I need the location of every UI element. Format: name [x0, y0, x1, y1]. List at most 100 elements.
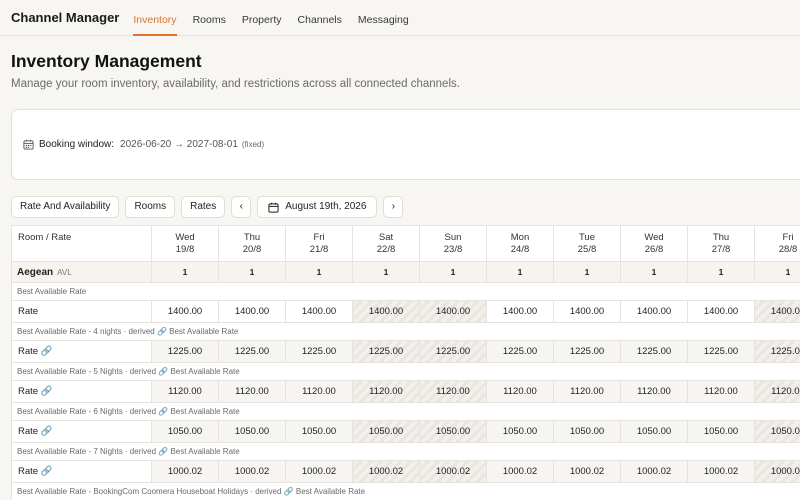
- rate-cell[interactable]: 1000.02: [553, 460, 621, 483]
- parent-rate-link[interactable]: 🔗 Best Available Rate: [158, 447, 239, 456]
- rate-cell[interactable]: 1120.00: [285, 380, 353, 403]
- availability-cell[interactable]: 1: [687, 261, 755, 283]
- parent-rate-link[interactable]: 🔗 Best Available Rate: [158, 407, 239, 416]
- rate-cell[interactable]: 1050.00: [486, 420, 554, 443]
- nav-item-inventory[interactable]: Inventory: [133, 0, 177, 36]
- rate-cell[interactable]: 1400.00: [151, 300, 219, 323]
- rate-plan-title: Best Available Rate - 5 Nights: [17, 367, 123, 376]
- day-date: 25/8: [577, 243, 597, 255]
- rate-cell[interactable]: 1400.00: [352, 300, 420, 323]
- rate-cell[interactable]: 1050.00: [285, 420, 353, 443]
- availability-cell[interactable]: 1: [486, 261, 554, 283]
- rate-cell[interactable]: 1400.00: [218, 300, 286, 323]
- rate-cell[interactable]: 1120.00: [419, 380, 487, 403]
- nav-item-channels[interactable]: Channels: [298, 0, 342, 36]
- availability-cell[interactable]: 1: [218, 261, 286, 283]
- availability-cell[interactable]: 1: [553, 261, 621, 283]
- rate-cell[interactable]: 1000.02: [218, 460, 286, 483]
- nav-item-property[interactable]: Property: [242, 0, 282, 36]
- derived-tag: · derived: [124, 407, 157, 416]
- page-subtitle: Manage your room inventory, availability…: [11, 78, 460, 90]
- nav-item-rooms[interactable]: Rooms: [193, 0, 226, 36]
- nav-item-messaging[interactable]: Messaging: [358, 0, 409, 36]
- rate-cell[interactable]: 1225.00: [486, 340, 554, 363]
- availability-cell[interactable]: 1: [419, 261, 487, 283]
- availability-cell[interactable]: 1: [151, 261, 219, 283]
- rate-cell[interactable]: 1400.00: [486, 300, 554, 323]
- rate-cell[interactable]: 1225.00: [419, 340, 487, 363]
- parent-rate-link[interactable]: 🔗 Best Available Rate: [158, 367, 239, 376]
- rate-cell[interactable]: 1000.02: [486, 460, 554, 483]
- parent-rate-link[interactable]: 🔗 Best Available Rate: [284, 487, 365, 496]
- rate-cell[interactable]: 1225.00: [285, 340, 353, 363]
- rate-cell[interactable]: 1400.00: [419, 300, 487, 323]
- rate-cell[interactable]: 1225.00: [687, 340, 755, 363]
- day-date: 22/8: [376, 243, 396, 255]
- tab-rate-and-availability[interactable]: Rate And Availability: [11, 196, 120, 218]
- rate-cell[interactable]: 1225.00: [352, 340, 420, 363]
- rate-cell[interactable]: 1225.00: [754, 340, 800, 363]
- rate-plan-title-cell: Best Available Rate: [11, 282, 800, 301]
- rate-row: Rate 🔗 1120.00 1120.00 1120.00 1120.00 1120.0…: [11, 380, 800, 403]
- tab-rates[interactable]: Rates: [181, 196, 226, 218]
- day-of-week: Sat: [378, 231, 394, 243]
- rate-cell[interactable]: 1000.02: [754, 460, 800, 483]
- rate-cell[interactable]: 1050.00: [151, 420, 219, 443]
- rate-cell[interactable]: 1120.00: [754, 380, 800, 403]
- rate-cell[interactable]: 1225.00: [151, 340, 219, 363]
- tab-rooms[interactable]: Rooms: [125, 196, 176, 218]
- parent-rate-link[interactable]: 🔗 Best Available Rate: [157, 327, 238, 336]
- rate-cell[interactable]: 1050.00: [687, 420, 755, 443]
- availability-cell[interactable]: 1: [352, 261, 420, 283]
- room-name-cell: Aegean AVL: [11, 261, 152, 283]
- room-rate-header: Room / Rate: [11, 225, 152, 262]
- rate-cell[interactable]: 1120.00: [620, 380, 688, 403]
- rate-cell[interactable]: 1120.00: [352, 380, 420, 403]
- date-picker-label: August 19th, 2026: [285, 201, 367, 212]
- date-picker-button[interactable]: August 19th, 2026: [257, 196, 378, 218]
- rate-cell[interactable]: 1400.00: [620, 300, 688, 323]
- rate-cell[interactable]: 1120.00: [687, 380, 755, 403]
- next-date-button[interactable]: ›: [383, 196, 404, 218]
- rate-cell[interactable]: 1000.02: [687, 460, 755, 483]
- calendar-icon: [23, 139, 34, 150]
- availability-cell[interactable]: 1: [620, 261, 688, 283]
- day-header: Mon 24/8: [486, 225, 554, 262]
- rate-cell[interactable]: 1000.02: [151, 460, 219, 483]
- day-header: Thu 27/8: [687, 225, 755, 262]
- rate-row: Rate 🔗 1050.00 1050.00 1050.00 1050.00 1050.0…: [11, 420, 800, 443]
- rate-cell[interactable]: 1120.00: [151, 380, 219, 403]
- day-date: 20/8: [242, 243, 262, 255]
- rate-cell[interactable]: 1000.02: [419, 460, 487, 483]
- rate-cell[interactable]: 1400.00: [754, 300, 800, 323]
- rate-label: Rate 🔗: [11, 460, 152, 483]
- rate-cell[interactable]: 1120.00: [486, 380, 554, 403]
- day-header: Thu 20/8: [218, 225, 286, 262]
- rate-cell[interactable]: 1400.00: [285, 300, 353, 323]
- rate-cell[interactable]: 1050.00: [218, 420, 286, 443]
- rate-cell[interactable]: 1050.00: [352, 420, 420, 443]
- rate-cell[interactable]: 1225.00: [218, 340, 286, 363]
- rate-cell[interactable]: 1400.00: [553, 300, 621, 323]
- rate-cell[interactable]: 1000.02: [620, 460, 688, 483]
- inventory-grid: Room / Rate Wed 19/8 Thu 20/8 Fri 21/8 Sat 22/8 S…: [11, 225, 800, 500]
- rate-cell[interactable]: 1000.02: [352, 460, 420, 483]
- rate-cell[interactable]: 1050.00: [620, 420, 688, 443]
- booking-window-note: (fixed): [241, 140, 265, 149]
- rate-cell[interactable]: 1120.00: [553, 380, 621, 403]
- prev-date-button[interactable]: ‹: [231, 196, 252, 218]
- rate-cell[interactable]: 1050.00: [553, 420, 621, 443]
- availability-cell[interactable]: 1: [285, 261, 353, 283]
- availability-cell[interactable]: 1: [754, 261, 800, 283]
- rate-cell[interactable]: 1400.00: [687, 300, 755, 323]
- rate-cell[interactable]: 1000.02: [285, 460, 353, 483]
- top-nav: Channel Manager Inventory Rooms Property…: [0, 0, 800, 36]
- rate-cell[interactable]: 1225.00: [553, 340, 621, 363]
- rate-cell[interactable]: 1050.00: [419, 420, 487, 443]
- day-of-week: Wed: [175, 231, 195, 243]
- rate-cell[interactable]: 1225.00: [620, 340, 688, 363]
- rate-plan-title-cell: Best Available Rate - 7 Nights · derived…: [11, 442, 800, 461]
- day-date: 27/8: [711, 243, 731, 255]
- rate-cell[interactable]: 1050.00: [754, 420, 800, 443]
- rate-cell[interactable]: 1120.00: [218, 380, 286, 403]
